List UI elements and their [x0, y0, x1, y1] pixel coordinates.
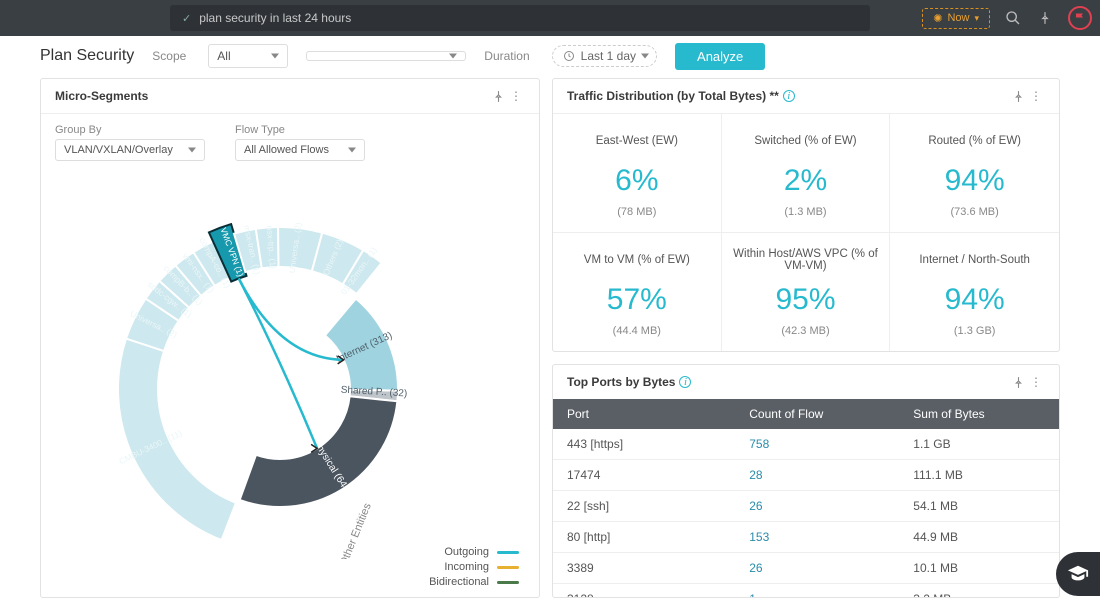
metric-label: Within Host/AWS VPC (% of VM-VM)	[730, 247, 882, 273]
alerts-flag-button[interactable]	[1068, 6, 1092, 30]
flow-type-select[interactable]: All Allowed Flows	[235, 139, 365, 161]
pin-icon[interactable]	[1009, 376, 1027, 389]
cell-count[interactable]: 1	[735, 584, 899, 598]
flow-type-label: Flow Type	[235, 124, 365, 136]
microseg-sunburst-chart[interactable]: Internet (313)Shared P.. (32)Physical (6…	[55, 167, 525, 591]
table-row[interactable]: 17474 28 111.1 MB	[553, 460, 1059, 491]
cell-bytes: 111.1 MB	[899, 460, 1059, 491]
metric-label: Internet / North-South	[898, 247, 1051, 273]
metric-value: 95%	[730, 283, 882, 317]
microseg-title: Micro-Segments	[55, 89, 148, 103]
more-icon[interactable]: ⋮	[1027, 375, 1045, 389]
table-row[interactable]: 22 [ssh] 26 54.1 MB	[553, 491, 1059, 522]
scope-select-2[interactable]	[306, 51, 466, 61]
metric-subvalue: (73.6 MB)	[898, 206, 1051, 218]
cell-count[interactable]: 153	[735, 522, 899, 553]
clock-dashed-icon: ✺	[933, 12, 942, 25]
pin-icon[interactable]	[1009, 90, 1027, 103]
clock-icon	[563, 50, 575, 62]
traffic-metric[interactable]: East-West (EW) 6% (78 MB)	[553, 114, 722, 233]
col-count: Count of Flow	[735, 399, 899, 429]
metric-label: East-West (EW)	[561, 128, 713, 154]
metric-value: 57%	[561, 283, 713, 317]
table-row[interactable]: 443 [https] 758 1.1 GB	[553, 429, 1059, 460]
cell-port: 443 [https]	[553, 429, 735, 460]
group-by-select[interactable]: VLAN/VXLAN/Overlay	[55, 139, 205, 161]
metric-subvalue: (1.3 MB)	[730, 206, 882, 218]
page-title: Plan Security	[40, 47, 134, 65]
top-ports-table: Port Count of Flow Sum of Bytes 443 [htt…	[553, 399, 1059, 597]
check-icon: ✓	[182, 12, 191, 25]
duration-label: Duration	[484, 49, 529, 63]
metric-value: 94%	[898, 164, 1051, 198]
info-icon[interactable]: i	[783, 90, 795, 102]
traffic-title: Traffic Distribution (by Total Bytes) **	[567, 89, 779, 103]
graduation-cap-icon	[1067, 563, 1089, 585]
top-bar: ✓ plan security in last 24 hours ✺ Now ▾	[0, 0, 1100, 36]
cell-bytes: 1.1 GB	[899, 429, 1059, 460]
metric-subvalue: (78 MB)	[561, 206, 713, 218]
duration-select[interactable]: Last 1 day	[552, 45, 657, 67]
cell-count[interactable]: 758	[735, 429, 899, 460]
cell-port: 3128	[553, 584, 735, 598]
cell-port: 17474	[553, 460, 735, 491]
metric-subvalue: (42.3 MB)	[730, 325, 882, 337]
search-icon[interactable]	[1004, 9, 1022, 27]
global-search-input[interactable]: ✓ plan security in last 24 hours	[170, 5, 870, 31]
analyze-button[interactable]: Analyze	[675, 43, 765, 70]
scope-label: Scope	[152, 49, 186, 63]
more-icon[interactable]: ⋮	[507, 89, 525, 103]
cell-port: 3389	[553, 553, 735, 584]
table-row[interactable]: 80 [http] 153 44.9 MB	[553, 522, 1059, 553]
scope-select-1[interactable]: All	[208, 44, 288, 68]
traffic-metric[interactable]: VM to VM (% of EW) 57% (44.4 MB)	[553, 233, 722, 351]
pin-icon[interactable]	[1036, 9, 1054, 27]
chart-legend: Outgoing Incoming Bidirectional	[429, 546, 519, 591]
help-academy-button[interactable]	[1056, 552, 1100, 596]
col-bytes: Sum of Bytes	[899, 399, 1059, 429]
table-row[interactable]: 3128 1 3.2 MB	[553, 584, 1059, 598]
info-icon[interactable]: i	[679, 376, 691, 388]
time-now-button[interactable]: ✺ Now ▾	[922, 8, 990, 29]
top-ports-card: Top Ports by Bytes i ⋮ Port Count of Flo…	[552, 364, 1060, 598]
cell-bytes: 3.2 MB	[899, 584, 1059, 598]
topports-title: Top Ports by Bytes	[567, 375, 675, 389]
col-port: Port	[553, 399, 735, 429]
metric-label: VM to VM (% of EW)	[561, 247, 713, 273]
duration-value: Last 1 day	[581, 49, 636, 63]
cell-port: 22 [ssh]	[553, 491, 735, 522]
metric-label: Switched (% of EW)	[730, 128, 882, 154]
pin-icon[interactable]	[489, 90, 507, 103]
traffic-metric[interactable]: Within Host/AWS VPC (% of VM-VM) 95% (42…	[722, 233, 891, 351]
traffic-metric[interactable]: Routed (% of EW) 94% (73.6 MB)	[890, 114, 1059, 233]
now-label: Now	[947, 12, 969, 24]
cell-count[interactable]: 26	[735, 553, 899, 584]
traffic-metric[interactable]: Internet / North-South 94% (1.3 GB)	[890, 233, 1059, 351]
search-text: plan security in last 24 hours	[199, 11, 351, 25]
cell-bytes: 54.1 MB	[899, 491, 1059, 522]
table-row[interactable]: 3389 26 10.1 MB	[553, 553, 1059, 584]
chevron-down-icon: ▾	[974, 13, 979, 24]
metric-value: 94%	[898, 283, 1051, 317]
micro-segments-card: Micro-Segments ⋮ Group By VLAN/VXLAN/Ove…	[40, 78, 540, 598]
more-icon[interactable]: ⋮	[1027, 89, 1045, 103]
metric-value: 6%	[561, 164, 713, 198]
cell-count[interactable]: 26	[735, 491, 899, 522]
group-by-label: Group By	[55, 124, 205, 136]
metric-subvalue: (44.4 MB)	[561, 325, 713, 337]
traffic-metric[interactable]: Switched (% of EW) 2% (1.3 MB)	[722, 114, 891, 233]
svg-text:Other Entities: Other Entities	[338, 501, 374, 559]
cell-count[interactable]: 28	[735, 460, 899, 491]
metric-subvalue: (1.3 GB)	[898, 325, 1051, 337]
cell-bytes: 10.1 MB	[899, 553, 1059, 584]
metric-label: Routed (% of EW)	[898, 128, 1051, 154]
page-controls: Plan Security Scope All Duration Last 1 …	[0, 36, 1100, 78]
cell-bytes: 44.9 MB	[899, 522, 1059, 553]
cell-port: 80 [http]	[553, 522, 735, 553]
traffic-distribution-card: Traffic Distribution (by Total Bytes) **…	[552, 78, 1060, 352]
metric-value: 2%	[730, 164, 882, 198]
